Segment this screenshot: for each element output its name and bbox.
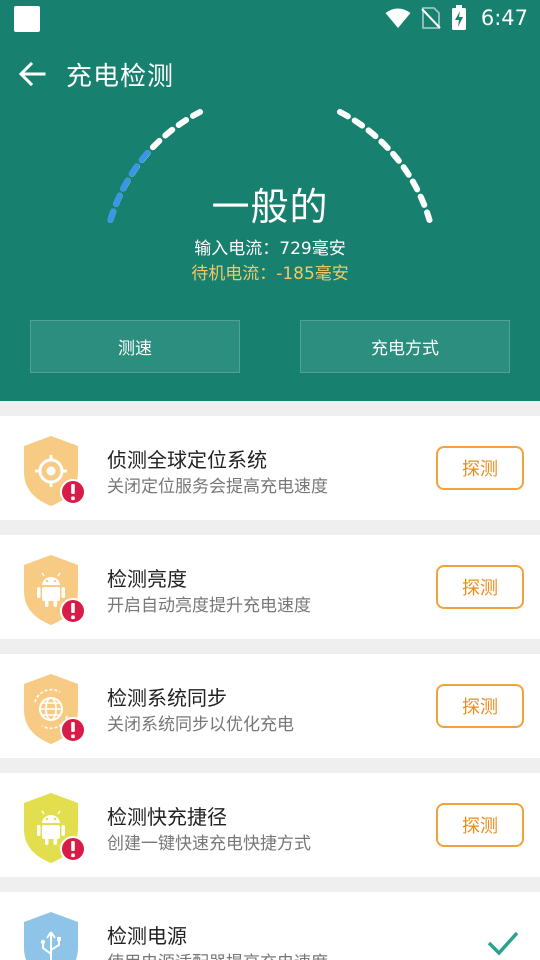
android-shield-icon: [24, 555, 86, 625]
no-sim-icon: [421, 7, 441, 29]
list-item-shortcut: 检测快充捷径 创建一键快速充电快捷方式 探测: [0, 773, 540, 877]
item-title: 检测快充捷径: [107, 805, 227, 829]
header-panel: 6:47 充电检测 一般的 输入电流：729毫安 待机电流：-185毫安 测速 …: [0, 0, 540, 401]
android-shield-yellow-icon: [24, 793, 86, 863]
battery-charging-icon: [451, 5, 466, 30]
item-title: 检测系统同步: [107, 686, 227, 710]
item-subtitle: 创建一键快速充电快捷方式: [107, 834, 311, 854]
detect-sync-button[interactable]: 探测: [436, 684, 524, 728]
standby-current-label: 待机电流：-185毫安: [191, 264, 349, 284]
item-title: 侦测全球定位系统: [107, 448, 267, 472]
back-arrow-icon[interactable]: [16, 58, 48, 90]
gps-shield-icon: [24, 436, 86, 506]
item-subtitle: 关闭定位服务会提高充电速度: [107, 477, 328, 497]
status-bar: 6:47: [0, 0, 540, 36]
detect-brightness-button[interactable]: 探测: [436, 565, 524, 609]
item-subtitle: 使用电源适配器提高充电速度: [107, 948, 328, 960]
charge-status: 一般的: [211, 185, 329, 229]
input-current-label: 输入电流：729毫安: [194, 239, 346, 259]
item-title: 检测亮度: [107, 567, 187, 591]
status-icons: 6:47: [385, 4, 528, 32]
usb-shield-icon: [24, 912, 78, 960]
globe-sync-shield-icon: [24, 674, 86, 744]
item-subtitle: 开启自动亮度提升充电速度: [107, 596, 311, 616]
check-icon: [487, 931, 519, 956]
detect-gps-button[interactable]: 探测: [436, 446, 524, 490]
speed-test-button[interactable]: 测速: [30, 320, 240, 373]
app-bar: 充电检测: [0, 50, 540, 98]
list-item-brightness: 检测亮度 开启自动亮度提升充电速度 探测: [0, 535, 540, 639]
page-title: 充电检测: [66, 62, 175, 92]
wifi-icon: [385, 8, 411, 28]
item-subtitle: 关闭系统同步以优化充电: [107, 715, 294, 735]
list-item-gps: 侦测全球定位系统 关闭定位服务会提高充电速度 探测: [0, 416, 540, 520]
list-item-power: 检测电源 使用电源适配器提高充电速度: [0, 892, 540, 960]
clock: 6:47: [480, 6, 528, 30]
notification-icon: [14, 6, 40, 32]
item-title: 检测电源: [107, 924, 187, 948]
charge-mode-button[interactable]: 充电方式: [300, 320, 510, 373]
detect-shortcut-button[interactable]: 探测: [436, 803, 524, 847]
list-item-sync: 检测系统同步 关闭系统同步以优化充电 探测: [0, 654, 540, 758]
